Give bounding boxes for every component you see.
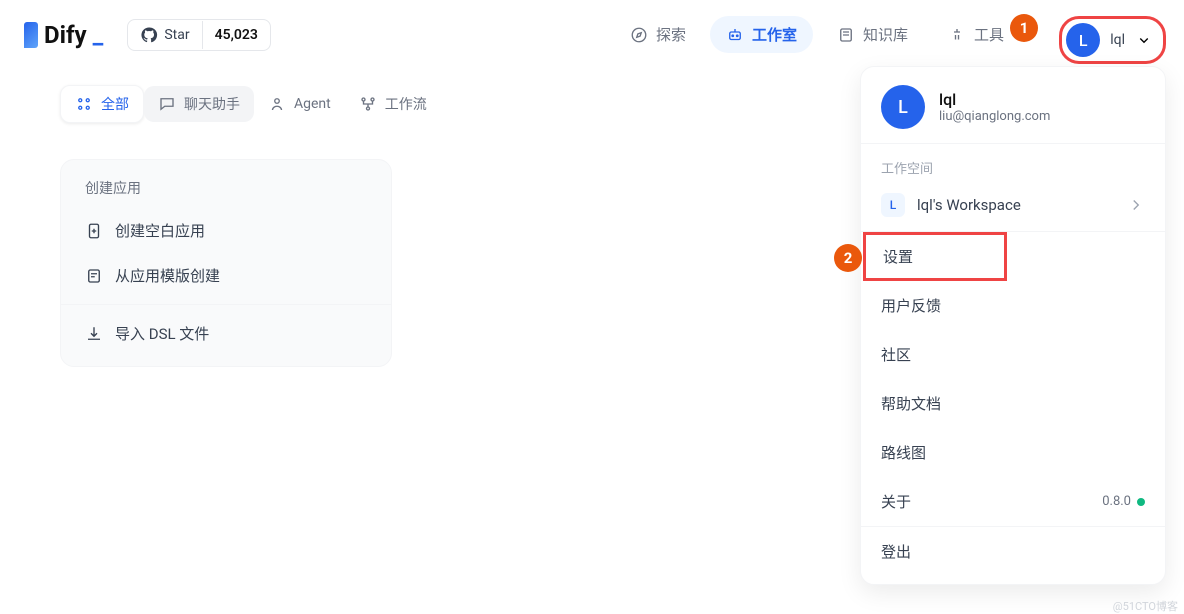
annotation-badge-2: 2 (834, 244, 862, 272)
user-name: lql (1110, 32, 1125, 48)
grid-icon (75, 95, 93, 113)
help-label: 帮助文档 (881, 393, 941, 414)
nav-workspace-label: 工作室 (752, 24, 797, 45)
menu-logout[interactable]: 登出 (861, 527, 1165, 576)
create-template-label: 从应用模版创建 (115, 265, 220, 286)
logo-text: Dify (44, 21, 87, 49)
create-from-template[interactable]: 从应用模版创建 (61, 253, 391, 298)
about-label: 关于 (881, 491, 911, 512)
tab-chat-label: 聊天助手 (184, 94, 240, 114)
compass-icon (630, 26, 648, 44)
wrench-icon (948, 26, 966, 44)
book-icon (837, 26, 855, 44)
logo[interactable]: Dify_ (24, 21, 103, 49)
settings-label: 设置 (883, 246, 913, 267)
tab-chat[interactable]: 聊天助手 (144, 86, 254, 122)
workflow-icon (359, 95, 377, 113)
user-menu-button[interactable]: L lql (1059, 16, 1166, 64)
nav-explore[interactable]: 探索 (614, 16, 702, 53)
card-divider (61, 304, 391, 305)
dropdown-name: lql (939, 90, 1050, 109)
import-dsl-label: 导入 DSL 文件 (115, 323, 209, 344)
menu-help[interactable]: 帮助文档 (861, 379, 1165, 428)
github-left: Star (128, 20, 201, 50)
menu-community[interactable]: 社区 (861, 330, 1165, 379)
watermark: @51CTO博客 (1113, 598, 1178, 614)
create-app-card: 创建应用 创建空白应用 从应用模版创建 导入 DSL 文件 (60, 159, 392, 367)
nav-knowledge[interactable]: 知识库 (821, 16, 924, 53)
nav-workspace[interactable]: 工作室 (710, 16, 813, 53)
menu-feedback[interactable]: 用户反馈 (861, 281, 1165, 330)
template-icon (85, 267, 103, 285)
tab-all-label: 全部 (101, 94, 129, 114)
github-icon (140, 26, 158, 44)
robot-icon (726, 26, 744, 44)
nav-tools-label: 工具 (974, 24, 1004, 45)
nav-knowledge-label: 知识库 (863, 24, 908, 45)
card-title: 创建应用 (61, 178, 391, 208)
menu-settings[interactable]: 设置 (863, 232, 1007, 281)
chevron-down-icon (1135, 31, 1153, 49)
logo-mark-icon (24, 22, 38, 48)
feedback-label: 用户反馈 (881, 295, 941, 316)
workspace-section-title: 工作空间 (861, 144, 1165, 185)
header: Dify_ Star 45,023 探索 工作室 知识库 工具 (0, 0, 1184, 69)
github-count: 45,023 (202, 21, 270, 49)
tab-workflow[interactable]: 工作流 (345, 86, 441, 122)
import-icon (85, 325, 103, 343)
community-label: 社区 (881, 344, 911, 365)
tab-agent[interactable]: Agent (254, 87, 345, 121)
tab-agent-label: Agent (294, 96, 331, 112)
file-plus-icon (85, 222, 103, 240)
chevron-right-icon (1127, 196, 1145, 214)
nav-explore-label: 探索 (656, 24, 686, 45)
avatar: L (1066, 23, 1100, 57)
nav-tools[interactable]: 工具 (932, 16, 1020, 53)
status-dot-icon (1137, 498, 1145, 506)
nav: 探索 工作室 知识库 工具 (614, 16, 1020, 53)
create-blank-app[interactable]: 创建空白应用 (61, 208, 391, 253)
chat-icon (158, 95, 176, 113)
create-blank-label: 创建空白应用 (115, 220, 205, 241)
annotation-badge-1: 1 (1010, 14, 1038, 42)
logout-label: 登出 (881, 541, 911, 562)
roadmap-label: 路线图 (881, 442, 926, 463)
tab-all[interactable]: 全部 (60, 85, 144, 123)
version-text: 0.8.0 (1102, 494, 1131, 509)
user-dropdown: L lql liu@qianglong.com 工作空间 L lql's Wor… (860, 66, 1166, 585)
menu-about[interactable]: 关于 0.8.0 (861, 477, 1165, 526)
agent-icon (268, 95, 286, 113)
dropdown-email: liu@qianglong.com (939, 109, 1050, 124)
menu-roadmap[interactable]: 路线图 (861, 428, 1165, 477)
logo-cursor: _ (93, 21, 104, 49)
dropdown-header: L lql liu@qianglong.com (861, 67, 1165, 143)
workspace-name: lql's Workspace (917, 196, 1021, 214)
workspace-avatar: L (881, 193, 905, 217)
tab-workflow-label: 工作流 (385, 94, 427, 114)
avatar: L (881, 85, 925, 129)
github-star-button[interactable]: Star 45,023 (127, 19, 271, 51)
import-dsl[interactable]: 导入 DSL 文件 (61, 311, 391, 356)
workspace-item[interactable]: L lql's Workspace (861, 185, 1165, 231)
version-badge: 0.8.0 (1102, 494, 1145, 509)
github-star-label: Star (164, 27, 189, 43)
